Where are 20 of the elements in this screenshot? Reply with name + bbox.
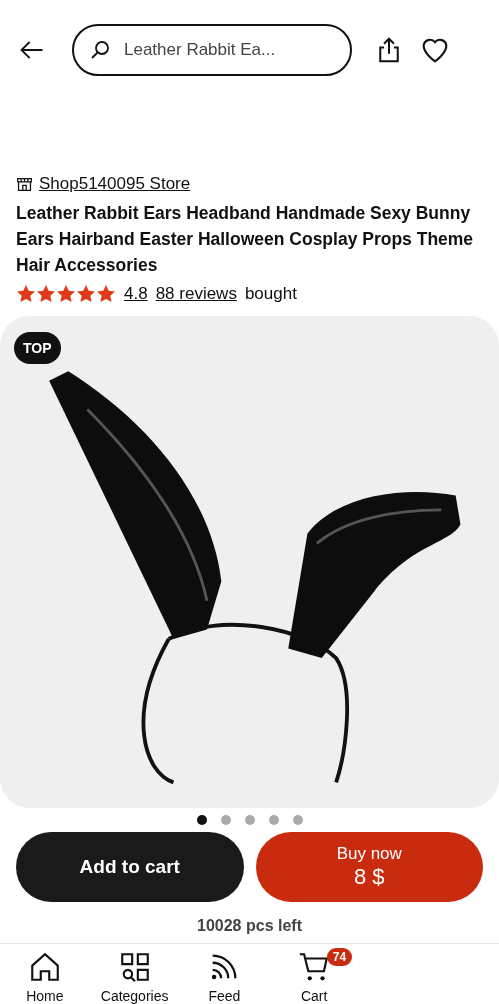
search-field[interactable]: Leather Rabbit Ea... bbox=[72, 24, 352, 76]
carousel-dot[interactable] bbox=[196, 815, 207, 826]
carousel-dot[interactable] bbox=[292, 815, 303, 826]
buy-now-button[interactable]: Buy now 8 $ bbox=[255, 832, 483, 902]
nav-label[interactable]: Categories bbox=[100, 988, 169, 1004]
carousel-dot[interactable] bbox=[268, 815, 279, 826]
add-to-cart-button[interactable]: Add to cart bbox=[16, 832, 244, 902]
cart-count-badge: 74 bbox=[326, 948, 353, 966]
bought-label: bought bbox=[244, 284, 297, 304]
top-badge: TOP bbox=[14, 332, 61, 364]
nav-label[interactable]: Cart bbox=[300, 988, 328, 1004]
store-icon bbox=[16, 175, 33, 193]
carousel-dot[interactable] bbox=[244, 815, 255, 826]
stock-label: 10028 pcs left bbox=[196, 916, 303, 936]
store-link[interactable]: Shop5140095 Store bbox=[39, 174, 191, 194]
reviews-link[interactable]: 88 reviews bbox=[155, 284, 237, 304]
nav-label[interactable]: Feed bbox=[208, 988, 241, 1004]
rating-link[interactable]: 4.8 bbox=[124, 284, 148, 304]
carousel-dot[interactable] bbox=[220, 815, 231, 826]
nav-label[interactable]: Home bbox=[26, 988, 64, 1004]
